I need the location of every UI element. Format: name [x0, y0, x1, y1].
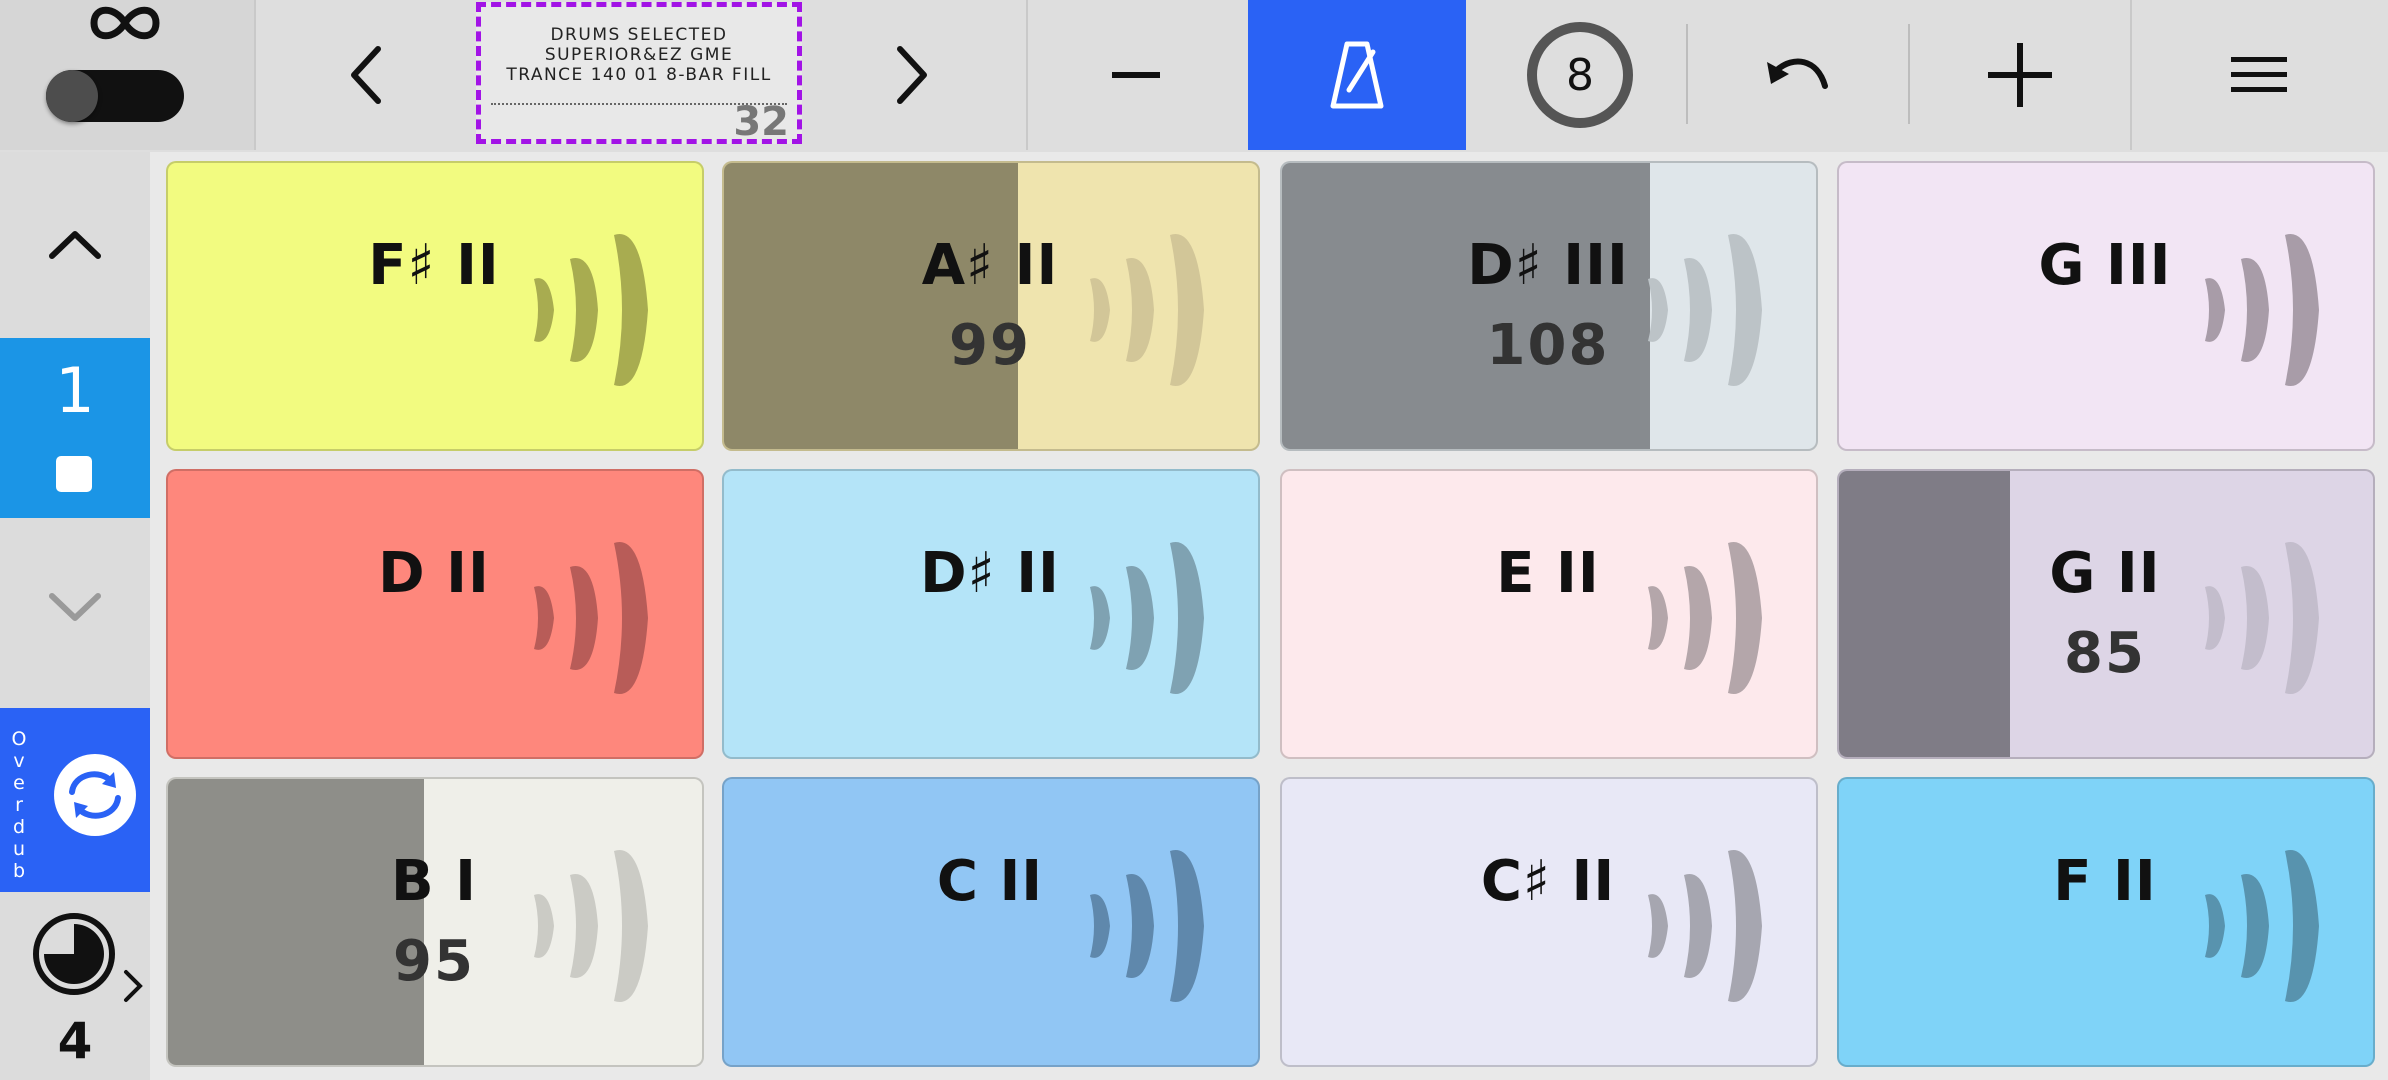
sound-wave-icon: [2205, 233, 2319, 387]
bank-down-button[interactable]: [0, 520, 150, 696]
plus-icon: [1988, 43, 2052, 107]
metronome-button[interactable]: [1248, 0, 1466, 150]
chevron-right-icon: [897, 46, 927, 104]
sound-wave-icon: [534, 541, 648, 695]
menu-button[interactable]: [2132, 0, 2386, 150]
pad-velocity-value: 95: [393, 929, 475, 994]
timer-button[interactable]: 4: [0, 900, 150, 1080]
undo-button[interactable]: [1688, 0, 1908, 150]
pad-note-label: B I: [390, 849, 477, 914]
sample-line-1: DRUMS SELECTED: [550, 25, 728, 45]
chevron-down-icon: [49, 593, 101, 621]
count-in-button[interactable]: 8: [1500, 0, 1660, 150]
chevron-left-icon: [351, 46, 381, 104]
left-panel: 1 O v e r d u b 4: [0, 152, 150, 1080]
pad-velocity-value: 99: [949, 313, 1031, 378]
overdub-button[interactable]: O v e r d u b: [0, 708, 150, 892]
top-toolbar: DRUMS SELECTED SUPERIOR&EZ GME TRANCE 14…: [0, 0, 2388, 152]
pad-note-label: E II: [1496, 541, 1600, 606]
chevron-up-icon: [49, 231, 101, 259]
sample-line-3: TRANCE 140 01 8-BAR FILL: [506, 65, 772, 85]
pad-note-label: D♯ III: [1467, 233, 1629, 298]
plus-button[interactable]: [1912, 0, 2128, 150]
divider: [1908, 24, 1910, 124]
pad-note-label: G III: [2038, 233, 2172, 298]
bank-selector[interactable]: 1: [0, 338, 150, 518]
overdub-cycle-icon: [54, 754, 136, 836]
sound-wave-icon: [1090, 233, 1204, 387]
sound-wave-icon: [1090, 541, 1204, 695]
count-in-value: 8: [1527, 22, 1633, 128]
bank-number: 1: [55, 354, 95, 427]
minus-icon: [1112, 72, 1160, 78]
drum-pad[interactable]: G II 85: [1837, 469, 2375, 759]
sample-display[interactable]: DRUMS SELECTED SUPERIOR&EZ GME TRANCE 14…: [476, 2, 802, 145]
sample-line-2: SUPERIOR&EZ GME: [544, 45, 734, 65]
sound-wave-icon: [534, 233, 648, 387]
drum-pad[interactable]: F♯ II: [166, 161, 704, 451]
timer-icon: [33, 913, 115, 995]
timer-value: 4: [57, 1012, 93, 1070]
sound-wave-icon: [1648, 233, 1762, 387]
pad-note-label: F II: [2053, 849, 2157, 914]
pad-level-fill: [168, 779, 425, 1065]
drum-pad[interactable]: D♯ III 108: [1280, 161, 1818, 451]
sound-wave-icon: [1648, 541, 1762, 695]
chevron-right-small-icon: [124, 970, 143, 1002]
pad-note-label: G II: [2049, 541, 2161, 606]
drum-pad[interactable]: E II: [1280, 469, 1818, 759]
drum-pad[interactable]: C II: [722, 777, 1260, 1067]
pad-note-label: F♯ II: [368, 233, 500, 298]
minus-button[interactable]: [1028, 0, 1244, 150]
sound-wave-icon: [1090, 849, 1204, 1003]
undo-icon: [1767, 58, 1828, 89]
pad-velocity-value: 108: [1486, 313, 1610, 378]
pad-level-fill: [1282, 163, 1651, 449]
sound-wave-icon: [1648, 849, 1762, 1003]
drum-pad[interactable]: F II: [1837, 777, 2375, 1067]
metronome-icon: [1330, 41, 1384, 109]
infinity-icon[interactable]: [84, 2, 166, 44]
pad-note-label: D♯ II: [920, 541, 1060, 606]
bank-up-button[interactable]: [0, 152, 150, 336]
sound-wave-icon: [2205, 541, 2319, 695]
menu-icon: [2231, 57, 2287, 92]
stop-icon: [56, 456, 92, 492]
pad-level-fill: [1839, 471, 2010, 757]
sound-wave-icon: [534, 849, 648, 1003]
toggle-knob: [46, 70, 98, 122]
drum-pad[interactable]: D♯ II: [722, 469, 1260, 759]
loop-control: [0, 0, 254, 150]
previous-sample-button[interactable]: [306, 0, 426, 150]
next-sample-button[interactable]: [852, 0, 972, 150]
divider: [254, 0, 256, 150]
drum-pad[interactable]: B I 95: [166, 777, 704, 1067]
pad-note-label: C♯ II: [1480, 849, 1616, 914]
overdub-label: O v e r d u b: [11, 728, 27, 882]
pad-note-label: D II: [378, 541, 490, 606]
drum-pad[interactable]: D II: [166, 469, 704, 759]
pad-level-fill: [724, 163, 1018, 449]
drum-pad[interactable]: C♯ II: [1280, 777, 1818, 1067]
pad-note-label: A♯ II: [921, 233, 1059, 298]
drum-pad[interactable]: G III: [1837, 161, 2375, 451]
pad-velocity-value: 85: [2064, 621, 2146, 686]
drum-pad[interactable]: A♯ II 99: [722, 161, 1260, 451]
loop-toggle[interactable]: [46, 70, 184, 122]
sound-wave-icon: [2205, 849, 2319, 1003]
pad-note-label: C II: [936, 849, 1044, 914]
sample-length: 32: [733, 99, 789, 145]
